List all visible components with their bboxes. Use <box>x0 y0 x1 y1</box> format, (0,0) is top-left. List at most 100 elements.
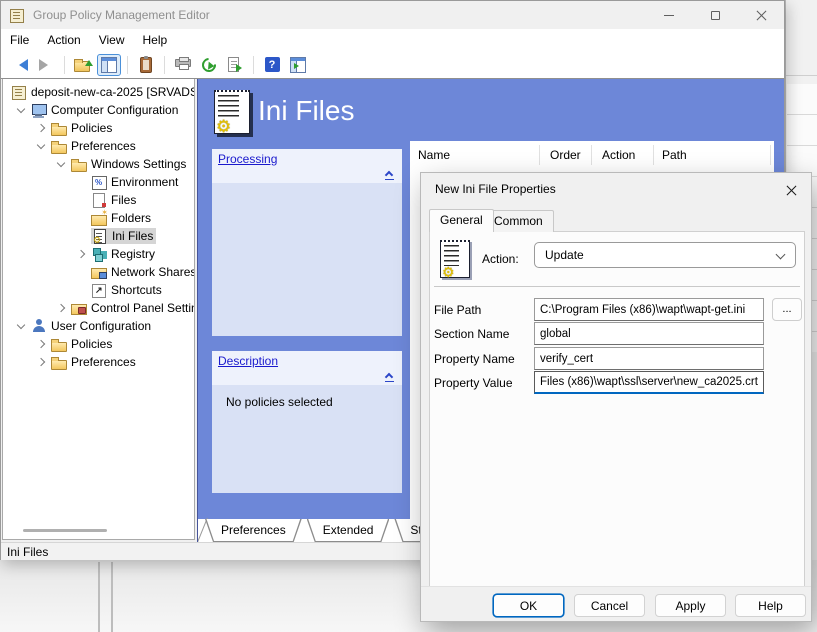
properties-icon[interactable] <box>134 54 158 76</box>
tree-item-user-policies[interactable]: Policies <box>3 335 194 353</box>
tree-item-windows-settings[interactable]: Windows Settings <box>3 155 194 173</box>
menu-file[interactable]: File <box>1 29 38 51</box>
registry-icon <box>91 247 107 261</box>
folder-icon <box>71 157 87 171</box>
apply-button[interactable]: Apply <box>655 594 726 617</box>
property-value-input[interactable] <box>534 371 764 394</box>
folders-icon <box>91 211 107 225</box>
menu-bar: File Action View Help <box>1 29 784 51</box>
tree-item-user-configuration[interactable]: User Configuration <box>3 317 194 335</box>
help-button[interactable]: Help <box>735 594 806 617</box>
expander-open-icon[interactable] <box>31 145 51 148</box>
action-dropdown[interactable]: Update <box>534 242 796 268</box>
toolbar: ? <box>1 51 784 78</box>
tree-item-gpo-root[interactable]: deposit-new-ca-2025 [SRVADS.J <box>3 83 194 101</box>
column-path[interactable]: Path <box>662 148 687 162</box>
network-shares-icon <box>91 265 107 279</box>
gpo-icon <box>11 85 27 99</box>
section-name-label: Section Name <box>434 327 534 341</box>
tree-item-computer-configuration[interactable]: Computer Configuration <box>3 101 194 119</box>
menu-help[interactable]: Help <box>134 29 177 51</box>
minimize-button[interactable] <box>646 1 692 29</box>
close-icon <box>786 185 797 196</box>
expander-open-icon[interactable] <box>51 163 71 166</box>
expander-closed-icon[interactable] <box>31 359 51 365</box>
computer-icon <box>31 103 47 117</box>
new-window-icon[interactable] <box>286 54 310 76</box>
close-icon <box>756 10 767 21</box>
expander-closed-icon[interactable] <box>31 125 51 131</box>
ini-files-icon <box>92 229 108 243</box>
environment-icon <box>91 175 107 189</box>
app-icon <box>9 8 25 22</box>
close-button[interactable] <box>738 1 784 29</box>
refresh-icon[interactable] <box>197 54 221 76</box>
pane-title: Ini Files <box>258 95 354 127</box>
folder-icon <box>51 139 67 153</box>
tree-item-registry[interactable]: Registry <box>3 245 194 263</box>
up-one-level-icon[interactable] <box>71 54 95 76</box>
tree-item-ini-files[interactable]: Ini Files <box>3 227 194 245</box>
property-name-input[interactable] <box>534 347 764 370</box>
expander-closed-icon[interactable] <box>51 305 71 311</box>
export-list-icon[interactable] <box>223 54 247 76</box>
description-body: No policies selected <box>212 385 402 493</box>
tab-preferences[interactable]: Preferences <box>205 519 302 542</box>
general-tab-page: Action: Update File Path ... Section Nam… <box>429 231 805 587</box>
horizontal-scrollbar[interactable] <box>3 529 194 533</box>
tree-item-policies[interactable]: Policies <box>3 119 194 137</box>
tree-item-preferences[interactable]: Preferences <box>3 137 194 155</box>
column-action[interactable]: Action <box>602 148 635 162</box>
title-bar[interactable]: Group Policy Management Editor <box>1 1 784 29</box>
description-panel: Description No policies selected <box>212 351 402 493</box>
collapse-chevron-icon[interactable] <box>385 372 393 380</box>
expander-open-icon[interactable] <box>11 109 31 112</box>
show-console-tree-icon[interactable] <box>97 54 121 76</box>
maximize-button[interactable] <box>692 1 738 29</box>
tree-item-files[interactable]: Files <box>3 191 194 209</box>
selected-tree-item: Ini Files <box>91 228 156 244</box>
column-order[interactable]: Order <box>550 148 581 162</box>
collapse-chevron-icon[interactable] <box>385 170 393 178</box>
action-value: Update <box>545 248 584 262</box>
tab-extended[interactable]: Extended <box>307 519 390 542</box>
tree-item-shortcuts[interactable]: Shortcuts <box>3 281 194 299</box>
tab-general[interactable]: General <box>429 209 494 232</box>
description-link[interactable]: Description <box>218 354 278 368</box>
tree-item-control-panel-settings[interactable]: Control Panel Settings <box>3 299 194 317</box>
forward-icon[interactable] <box>34 54 58 76</box>
cancel-button[interactable]: Cancel <box>574 594 645 617</box>
tree-item-user-preferences[interactable]: Preferences <box>3 353 194 371</box>
minimize-icon <box>664 15 674 16</box>
column-name[interactable]: Name <box>418 148 450 162</box>
expander-open-icon[interactable] <box>11 325 31 328</box>
control-panel-icon <box>71 301 87 315</box>
ok-button[interactable]: OK <box>493 594 564 617</box>
new-ini-file-properties-dialog: New Ini File Properties General Common A… <box>420 172 812 622</box>
tree-item-environment[interactable]: Environment <box>3 173 194 191</box>
user-icon <box>31 319 47 333</box>
files-icon <box>91 193 107 207</box>
expander-closed-icon[interactable] <box>71 251 91 257</box>
chevron-down-icon <box>776 250 786 260</box>
background-splitter-line <box>111 562 113 632</box>
action-label: Action: <box>482 252 519 266</box>
section-name-input[interactable] <box>534 322 764 345</box>
scrollbar-thumb[interactable] <box>23 529 107 532</box>
back-icon[interactable] <box>8 54 32 76</box>
browse-button[interactable]: ... <box>772 298 802 321</box>
expander-closed-icon[interactable] <box>31 341 51 347</box>
description-empty-text: No policies selected <box>226 395 333 409</box>
processing-link[interactable]: Processing <box>218 152 277 166</box>
help-icon[interactable]: ? <box>260 54 284 76</box>
tree-item-folders[interactable]: Folders <box>3 209 194 227</box>
dialog-title: New Ini File Properties <box>435 182 556 196</box>
menu-view[interactable]: View <box>90 29 134 51</box>
background-splitter-line <box>98 562 100 632</box>
tree-item-network-shares[interactable]: Network Shares <box>3 263 194 281</box>
print-icon[interactable] <box>171 54 195 76</box>
dialog-close-button[interactable] <box>781 180 801 200</box>
menu-action[interactable]: Action <box>38 29 89 51</box>
dialog-footer: OK Cancel Apply Help <box>421 586 811 621</box>
file-path-input[interactable] <box>534 298 764 321</box>
